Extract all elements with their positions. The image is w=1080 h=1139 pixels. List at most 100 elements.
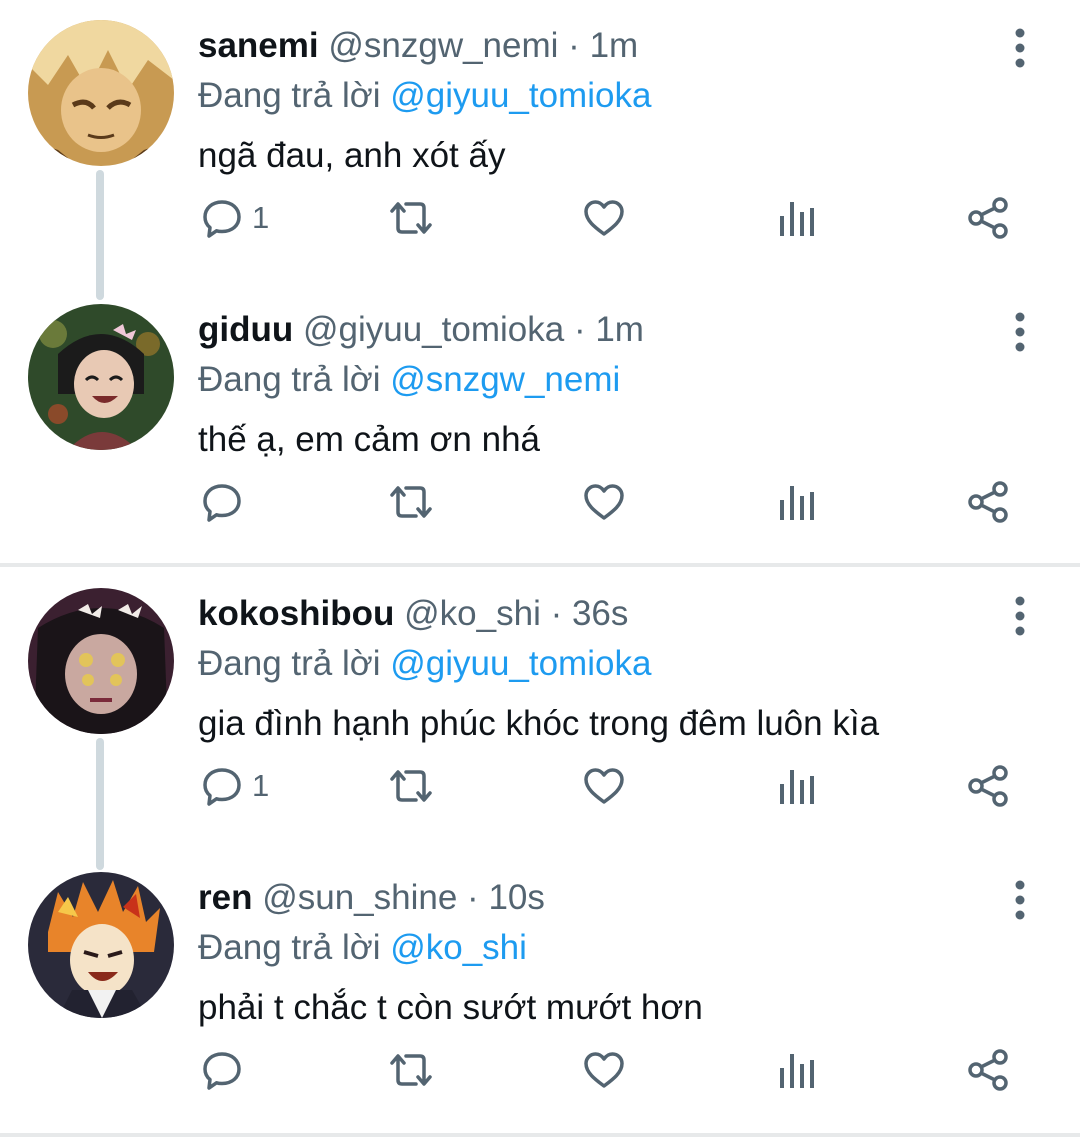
tweet-text: gia đình hạnh phúc khóc trong đêm luôn k…: [198, 704, 880, 743]
avatar-image: [28, 872, 174, 1018]
tweet-header: kokoshibou @ko_shi · 36s: [198, 592, 628, 636]
avatar-image: [28, 304, 174, 450]
reply-icon: [203, 484, 241, 522]
action-bar: [0, 1042, 1080, 1098]
reply-icon: [203, 1052, 241, 1090]
reply-button[interactable]: [200, 474, 252, 530]
retweet-button[interactable]: [386, 758, 436, 814]
more-options-button[interactable]: [1000, 878, 1040, 922]
tweet-text: ngã đau, anh xót ấy: [198, 136, 506, 175]
replying-to-label: Đang trả lời: [198, 76, 381, 115]
tweet-text: phải t chắc t còn sướt mướt hơn: [198, 988, 703, 1027]
display-name[interactable]: kokoshibou: [198, 594, 394, 633]
retweet-button[interactable]: [386, 1042, 436, 1098]
like-button[interactable]: [582, 758, 626, 814]
more-vertical-icon: [1015, 28, 1025, 68]
avatar[interactable]: [28, 304, 174, 450]
views-icon: [780, 1054, 814, 1088]
timestamp[interactable]: 36s: [572, 594, 628, 633]
mention-link[interactable]: @giyuu_tomioka: [390, 76, 651, 115]
reply-count: 1: [252, 200, 270, 235]
heart-icon: [584, 484, 624, 520]
like-button[interactable]: [582, 190, 626, 246]
avatar-image: [28, 588, 174, 734]
tweet[interactable]: ren @sun_shine · 10s Đang trả lời @ko_sh…: [0, 852, 1080, 1135]
replying-to: Đang trả lời @ko_shi: [198, 926, 527, 970]
separator: ·: [467, 878, 479, 917]
tweet-header: ren @sun_shine · 10s: [198, 876, 545, 920]
separator: ·: [550, 594, 563, 633]
retweet-button[interactable]: [386, 190, 436, 246]
tweet[interactable]: sanemi @snzgw_nemi · 1m Đang trả lời @gi…: [0, 0, 1080, 283]
views-button[interactable]: [776, 1042, 816, 1098]
more-vertical-icon: [1015, 312, 1025, 352]
views-button[interactable]: [776, 474, 816, 530]
more-options-button[interactable]: [1000, 594, 1040, 638]
replying-to-label: Đang trả lời: [198, 928, 381, 967]
separator: ·: [568, 26, 580, 65]
handle[interactable]: @ko_shi: [404, 594, 541, 633]
share-button[interactable]: [966, 758, 1012, 814]
timestamp[interactable]: 1m: [590, 26, 639, 65]
replying-to: Đang trả lời @giyuu_tomioka: [198, 74, 651, 118]
replying-to-label: Đang trả lời: [198, 644, 381, 683]
share-icon: [968, 197, 1008, 239]
retweet-icon: [390, 486, 432, 518]
avatar[interactable]: [28, 872, 174, 1018]
like-button[interactable]: [582, 474, 626, 530]
reply-button[interactable]: [200, 1042, 252, 1098]
views-button[interactable]: [776, 190, 816, 246]
avatar[interactable]: [28, 588, 174, 734]
share-icon: [968, 765, 1008, 807]
more-options-button[interactable]: [1000, 310, 1040, 354]
reply-icon: [203, 200, 241, 238]
replying-to: Đang trả lời @giyuu_tomioka: [198, 642, 651, 686]
tweet[interactable]: kokoshibou @ko_shi · 36s Đang trả lời @g…: [0, 568, 1080, 851]
display-name[interactable]: ren: [198, 878, 252, 917]
action-bar: 1: [0, 190, 1080, 246]
timestamp[interactable]: 10s: [488, 878, 544, 917]
reply-button[interactable]: 1: [200, 190, 269, 246]
handle[interactable]: @snzgw_nemi: [328, 26, 558, 65]
separator: ·: [573, 310, 586, 349]
tweet-text: thế ạ, em cảm ơn nhá: [198, 420, 541, 459]
timestamp[interactable]: 1m: [595, 310, 644, 349]
mention-link[interactable]: @giyuu_tomioka: [390, 644, 651, 683]
views-icon: [780, 202, 814, 236]
action-bar: [0, 474, 1080, 530]
more-options-button[interactable]: [1000, 26, 1040, 70]
share-icon: [968, 481, 1008, 523]
more-vertical-icon: [1015, 880, 1025, 920]
retweet-button[interactable]: [386, 474, 436, 530]
heart-icon: [584, 768, 624, 804]
tweet-header: sanemi @snzgw_nemi · 1m: [198, 24, 638, 68]
heart-icon: [584, 1052, 624, 1088]
views-icon: [780, 770, 814, 804]
mention-link[interactable]: @snzgw_nemi: [390, 360, 620, 399]
handle[interactable]: @sun_shine: [262, 878, 457, 917]
handle[interactable]: @giyuu_tomioka: [303, 310, 564, 349]
retweet-icon: [390, 1054, 432, 1086]
display-name[interactable]: sanemi: [198, 26, 319, 65]
display-name[interactable]: giduu: [198, 310, 293, 349]
heart-icon: [584, 200, 624, 236]
reply-count: 1: [252, 768, 270, 803]
retweet-icon: [390, 202, 432, 234]
reply-button[interactable]: 1: [200, 758, 269, 814]
avatar[interactable]: [28, 20, 174, 166]
share-icon: [968, 1049, 1008, 1091]
views-icon: [780, 486, 814, 520]
reply-icon: [203, 768, 241, 806]
share-button[interactable]: [966, 474, 1012, 530]
like-button[interactable]: [582, 1042, 626, 1098]
tweet-header: giduu @giyuu_tomioka · 1m: [198, 308, 644, 352]
tweet[interactable]: giduu @giyuu_tomioka · 1m Đang trả lời @…: [0, 284, 1080, 567]
share-button[interactable]: [966, 1042, 1012, 1098]
replying-to: Đang trả lời @snzgw_nemi: [198, 358, 620, 402]
avatar-image: [28, 20, 174, 166]
views-button[interactable]: [776, 758, 816, 814]
replying-to-label: Đang trả lời: [198, 360, 381, 399]
mention-link[interactable]: @ko_shi: [390, 928, 527, 967]
more-vertical-icon: [1015, 596, 1025, 636]
share-button[interactable]: [966, 190, 1012, 246]
